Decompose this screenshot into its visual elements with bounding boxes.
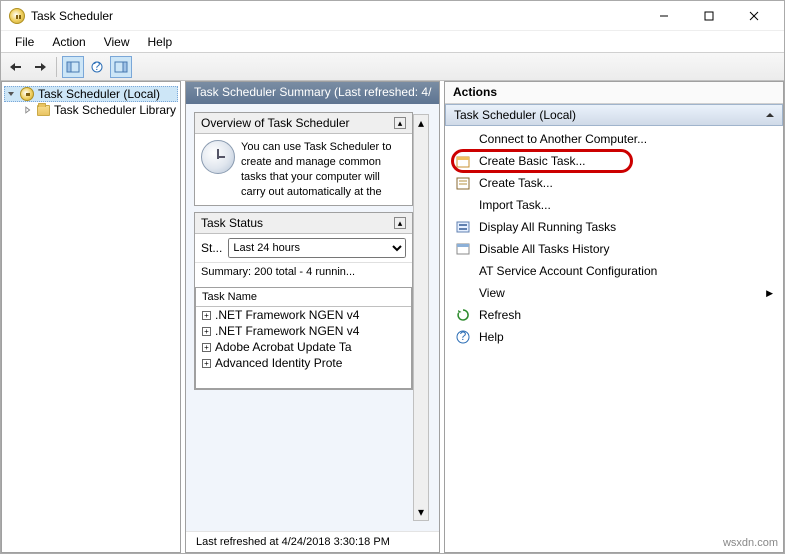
action-disable-history[interactable]: Disable All Tasks History [445,238,783,260]
expand-icon[interactable]: + [202,343,211,352]
expand-icon[interactable]: + [202,359,211,368]
create-task-icon [455,175,471,191]
folder-icon [37,105,50,116]
toolbar-separator [56,57,57,77]
menu-file[interactable]: File [7,33,42,51]
status-summary: Summary: 200 total - 4 runnin... [195,262,412,281]
tree-library-label: Task Scheduler Library [54,103,176,117]
menu-action[interactable]: Action [44,33,93,51]
maximize-button[interactable] [686,2,731,30]
task-row[interactable]: +.NET Framework NGEN v4 [196,307,411,323]
collapse-icon[interactable]: ▴ [394,217,406,229]
action-help[interactable]: ? Help [445,326,783,348]
refresh-icon [455,307,471,323]
task-status-title: Task Status [201,216,263,230]
caret-right-icon [23,105,32,115]
svg-text:?: ? [460,330,467,343]
overview-title: Overview of Task Scheduler [201,116,350,130]
action-create-basic-task[interactable]: Create Basic Task... [445,150,783,172]
caret-up-icon [766,113,774,117]
taskname-column[interactable]: Task Name [196,288,411,307]
action-import-task[interactable]: Import Task... [445,194,783,216]
watermark: wsxdn.com [723,537,778,549]
action-connect[interactable]: Connect to Another Computer... [445,128,783,150]
action-at-service[interactable]: AT Service Account Configuration [445,260,783,282]
summary-pane: Task Scheduler Summary (Last refreshed: … [185,81,440,553]
main-area: Task Scheduler (Local) Task Scheduler Li… [1,81,784,553]
tree-root[interactable]: Task Scheduler (Local) [4,86,178,102]
help-button[interactable]: ? [86,56,108,78]
actions-group-header[interactable]: Task Scheduler (Local) [445,104,783,126]
show-hide-action-pane-button[interactable] [110,56,132,78]
action-create-task[interactable]: Create Task... [445,172,783,194]
status-range-select[interactable]: Last 24 hours [228,238,406,258]
scroll-down-icon[interactable]: ▾ [414,504,428,520]
toolbar: ? [1,53,784,81]
scrollbar[interactable]: ▴ ▾ [413,114,429,521]
disable-history-icon [455,241,471,257]
expand-icon[interactable]: + [202,327,211,336]
titlebar: Task Scheduler [1,1,784,31]
minimize-button[interactable] [641,2,686,30]
collapse-icon[interactable]: ▴ [394,117,406,129]
nav-forward-button[interactable] [29,56,51,78]
create-basic-icon [455,153,471,169]
actions-title: Actions [445,82,783,104]
svg-text:?: ? [94,61,101,73]
nav-back-button[interactable] [5,56,27,78]
show-hide-console-tree-button[interactable] [62,56,84,78]
caret-down-icon [6,89,16,99]
scroll-up-icon[interactable]: ▴ [414,115,428,131]
running-tasks-icon [455,219,471,235]
last-refreshed: Last refreshed at 4/24/2018 3:30:18 PM [186,531,439,552]
close-button[interactable] [731,2,776,30]
help-icon: ? [455,329,471,345]
overview-text: You can use Task Scheduler to create and… [241,140,406,199]
expand-icon[interactable]: + [202,311,211,320]
tree-pane: Task Scheduler (Local) Task Scheduler Li… [1,81,181,553]
clock-icon [201,140,235,174]
tree-library[interactable]: Task Scheduler Library [4,102,178,118]
clock-icon [20,87,34,101]
app-icon [9,8,25,24]
menu-view[interactable]: View [96,33,138,51]
status-label: St... [201,241,222,255]
tree-root-label: Task Scheduler (Local) [38,87,160,101]
menu-help[interactable]: Help [140,33,181,51]
action-display-running[interactable]: Display All Running Tasks [445,216,783,238]
actions-pane: Actions Task Scheduler (Local) Connect t… [444,81,784,553]
action-view[interactable]: View ▶ [445,282,783,304]
action-refresh[interactable]: Refresh [445,304,783,326]
summary-header: Task Scheduler Summary (Last refreshed: … [186,82,439,104]
menubar: File Action View Help [1,31,784,53]
task-row[interactable]: +Adobe Acrobat Update Ta [196,339,411,355]
task-row[interactable]: +.NET Framework NGEN v4 [196,323,411,339]
task-row[interactable]: +Advanced Identity Prote [196,355,411,371]
chevron-right-icon: ▶ [766,288,773,299]
window-title: Task Scheduler [31,9,641,23]
